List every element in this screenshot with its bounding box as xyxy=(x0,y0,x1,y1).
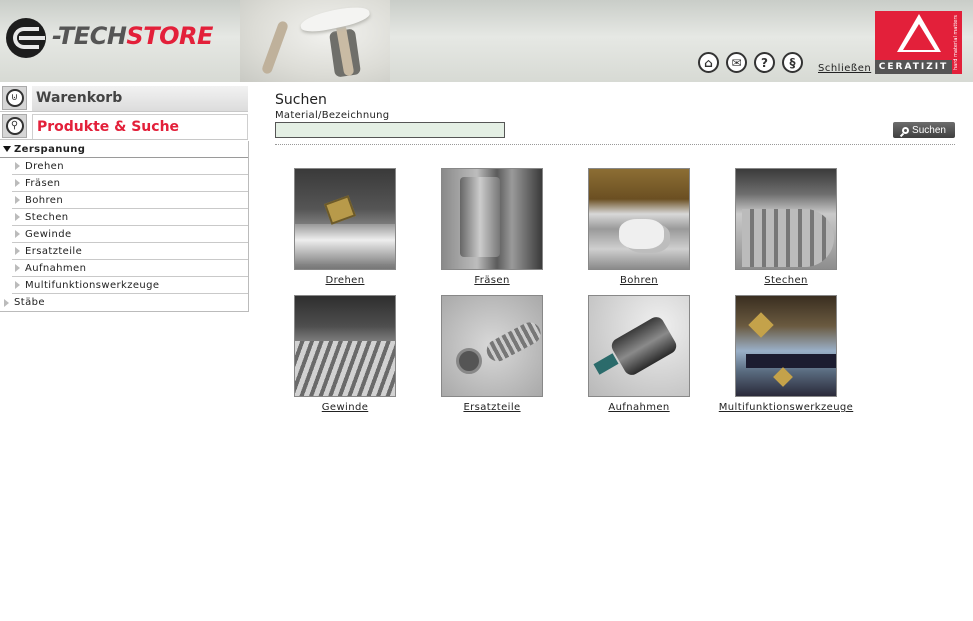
e-logo-icon[interactable] xyxy=(6,18,46,58)
category-link-multifunktionswerkzeuge[interactable]: Multifunktionswerkzeuge xyxy=(716,402,856,413)
expanded-arrow-icon xyxy=(3,146,11,152)
tab-warenkorb[interactable]: ⊍ Warenkorb xyxy=(0,84,248,112)
tree-item-bohren[interactable]: Bohren xyxy=(12,192,248,209)
close-link[interactable]: Schließen xyxy=(818,63,871,74)
collapsed-arrow-icon xyxy=(15,230,20,238)
tab-produkte-suche[interactable]: ⚲ Produkte & Suche xyxy=(0,112,248,140)
tree-item-ersatzteile[interactable]: Ersatzteile xyxy=(12,243,248,260)
tree-item-drehen[interactable]: Drehen xyxy=(12,158,248,175)
magnifier-icon xyxy=(902,126,910,134)
tree-item-fraesen[interactable]: Fräsen xyxy=(12,175,248,192)
header-photo xyxy=(240,0,390,82)
search-button[interactable]: Suchen xyxy=(893,122,955,138)
category-card-multifunktionswerkzeuge[interactable]: Multifunktionswerkzeuge xyxy=(716,295,856,413)
collapsed-arrow-icon xyxy=(4,298,9,307)
tree-item-zerspanung[interactable]: Zerspanung xyxy=(0,141,248,158)
category-image-multifunktionswerkzeuge[interactable] xyxy=(735,295,837,397)
category-card-stechen[interactable]: Stechen xyxy=(716,168,856,286)
category-link-fraesen[interactable]: Fräsen xyxy=(422,275,562,286)
category-link-stechen[interactable]: Stechen xyxy=(716,275,856,286)
category-image-bohren[interactable] xyxy=(588,168,690,270)
collapsed-arrow-icon xyxy=(15,247,20,255)
category-link-gewinde[interactable]: Gewinde xyxy=(275,402,415,413)
collapsed-arrow-icon xyxy=(15,281,20,289)
category-card-gewinde[interactable]: Gewinde xyxy=(275,295,415,413)
category-link-bohren[interactable]: Bohren xyxy=(569,275,709,286)
header-banner: -TECHSTORE ⌂ ✉ ? § Schließen hard materi… xyxy=(0,0,973,82)
page-title: Suchen xyxy=(275,92,327,108)
category-image-aufnahmen[interactable] xyxy=(588,295,690,397)
collapsed-arrow-icon xyxy=(15,213,20,221)
collapsed-arrow-icon xyxy=(15,179,20,187)
search-input[interactable] xyxy=(275,122,505,138)
ceratizit-logo[interactable]: hard material matters CERATIZIT xyxy=(875,11,962,74)
category-image-drehen[interactable] xyxy=(294,168,396,270)
tree-item-aufnahmen[interactable]: Aufnahmen xyxy=(12,260,248,277)
category-image-gewinde[interactable] xyxy=(294,295,396,397)
category-card-bohren[interactable]: Bohren xyxy=(569,168,709,286)
category-card-fraesen[interactable]: Fräsen xyxy=(422,168,562,286)
collapsed-arrow-icon xyxy=(15,196,20,204)
search-field-label: Material/Bezeichnung xyxy=(275,110,390,121)
techstore-logo[interactable]: -TECHSTORE xyxy=(52,22,213,50)
home-icon[interactable]: ⌂ xyxy=(698,52,719,73)
category-image-fraesen[interactable] xyxy=(441,168,543,270)
category-image-ersatzteile[interactable] xyxy=(441,295,543,397)
help-icon[interactable]: ? xyxy=(754,52,775,73)
collapsed-arrow-icon xyxy=(15,264,20,272)
tree-item-gewinde[interactable]: Gewinde xyxy=(12,226,248,243)
cart-icon: ⊍ xyxy=(2,86,27,110)
tree-item-stechen[interactable]: Stechen xyxy=(12,209,248,226)
category-card-ersatzteile[interactable]: Ersatzteile xyxy=(422,295,562,413)
category-card-drehen[interactable]: Drehen xyxy=(275,168,415,286)
category-link-ersatzteile[interactable]: Ersatzteile xyxy=(422,402,562,413)
search-icon: ⚲ xyxy=(2,114,27,138)
category-card-aufnahmen[interactable]: Aufnahmen xyxy=(569,295,709,413)
tree-item-multifunktionswerkzeuge[interactable]: Multifunktionswerkzeuge xyxy=(12,277,248,294)
category-link-aufnahmen[interactable]: Aufnahmen xyxy=(569,402,709,413)
mail-icon[interactable]: ✉ xyxy=(726,52,747,73)
tree-item-staebe[interactable]: Stäbe xyxy=(0,294,248,311)
legal-icon[interactable]: § xyxy=(782,52,803,73)
category-tree: Zerspanung Drehen Fräsen Bohren Stechen … xyxy=(0,141,249,312)
divider xyxy=(275,144,955,145)
collapsed-arrow-icon xyxy=(15,162,20,170)
category-image-stechen[interactable] xyxy=(735,168,837,270)
category-link-drehen[interactable]: Drehen xyxy=(275,275,415,286)
